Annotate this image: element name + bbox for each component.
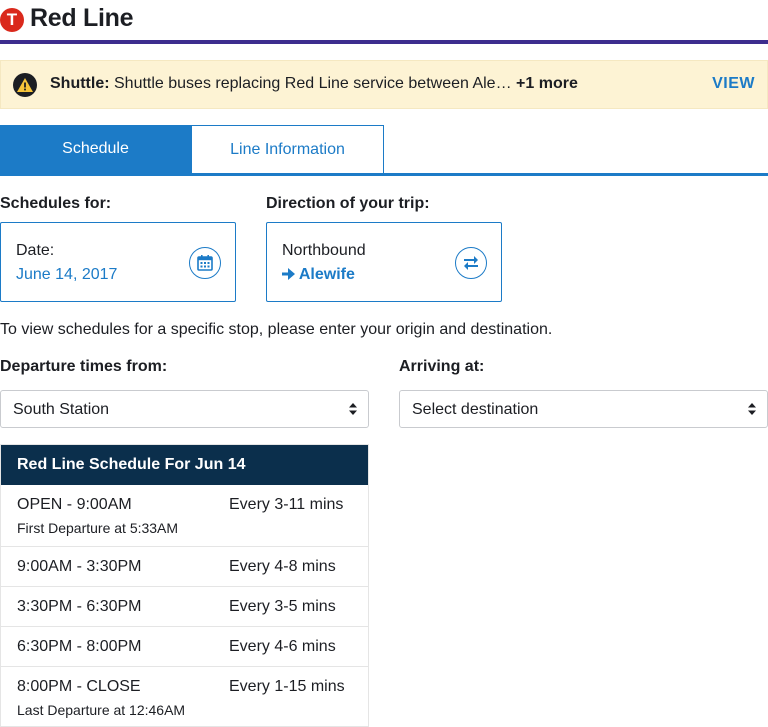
arriving-select[interactable]: Select destination — [399, 390, 768, 428]
row-time-range: 6:30PM - 8:00PM — [17, 638, 142, 655]
date-value: June 14, 2017 — [16, 266, 118, 283]
arriving-selected-value: Select destination — [412, 401, 539, 418]
schedule-table: Red Line Schedule For Jun 14 OPEN - 9:00… — [0, 444, 369, 727]
schedule-table-title: Red Line Schedule For Jun 14 — [1, 445, 368, 485]
schedules-for-heading: Schedules for: — [0, 195, 112, 212]
departure-heading: Departure times from: — [0, 358, 168, 375]
row-note: Last Departure at 12:46AM — [17, 702, 186, 718]
select-arrows-icon — [747, 402, 757, 416]
row-frequency: Every 3-5 mins — [229, 598, 336, 615]
alert-view-link[interactable]: VIEW — [712, 75, 755, 93]
row-time-range: 8:00PM - CLOSE — [17, 678, 141, 695]
swap-arrows-icon[interactable] — [455, 247, 487, 279]
date-field-label: Date: — [16, 242, 55, 259]
warning-icon — [13, 73, 37, 97]
page-header: T Red Line — [0, 0, 768, 44]
arriving-heading: Arriving at: — [399, 358, 485, 375]
row-time-range: 3:30PM - 6:30PM — [17, 598, 142, 615]
row-frequency: Every 4-8 mins — [229, 558, 336, 575]
row-note: First Departure at 5:33AM — [17, 520, 179, 536]
page-title: Red Line — [30, 4, 134, 32]
row-frequency: Every 1-15 mins — [229, 678, 345, 695]
tab-schedule[interactable]: Schedule — [0, 125, 191, 173]
row-time-range: OPEN - 9:00AM — [17, 496, 132, 513]
row-time-range: 9:00AM - 3:30PM — [17, 558, 142, 575]
departure-selected-value: South Station — [13, 401, 110, 418]
table-row: 3:30PM - 6:30PM Every 3-5 mins — [1, 587, 368, 627]
alert-more-count: +1 more — [516, 75, 578, 92]
alert-text: Shuttle buses replacing Red Line service… — [114, 75, 512, 92]
calendar-icon[interactable] — [189, 247, 221, 279]
table-row: 6:30PM - 8:00PM Every 4-6 mins — [1, 627, 368, 667]
direction-value: Northbound — [282, 242, 366, 259]
arrow-right-icon — [282, 266, 299, 283]
row-frequency: Every 3-11 mins — [229, 496, 344, 513]
destination-label: Alewife — [298, 266, 355, 283]
alert-banner: Shuttle: Shuttle buses replacing Red Lin… — [0, 60, 768, 109]
row-frequency: Every 4-6 mins — [229, 638, 336, 655]
alert-label: Shuttle: — [50, 75, 110, 92]
mbta-t-logo-icon: T — [0, 8, 24, 32]
tab-bar: Schedule Line Information — [0, 125, 768, 176]
date-picker-card[interactable]: Date: June 14, 2017 — [0, 222, 236, 302]
departure-select[interactable]: South Station — [0, 390, 369, 428]
direction-card[interactable]: Northbound Alewife — [266, 222, 502, 302]
table-row: OPEN - 9:00AM Every 3-11 mins First Depa… — [1, 485, 368, 547]
tab-line-information[interactable]: Line Information — [191, 125, 384, 173]
table-row: 8:00PM - CLOSE Every 1-15 mins Last Depa… — [1, 667, 368, 726]
alert-message: Shuttle: Shuttle buses replacing Red Lin… — [50, 75, 578, 93]
table-row: 9:00AM - 3:30PM Every 4-8 mins — [1, 547, 368, 587]
select-arrows-icon — [348, 402, 358, 416]
direction-heading: Direction of your trip: — [266, 195, 430, 212]
helper-text: To view schedules for a specific stop, p… — [0, 321, 553, 338]
direction-destination: Alewife — [282, 266, 355, 284]
